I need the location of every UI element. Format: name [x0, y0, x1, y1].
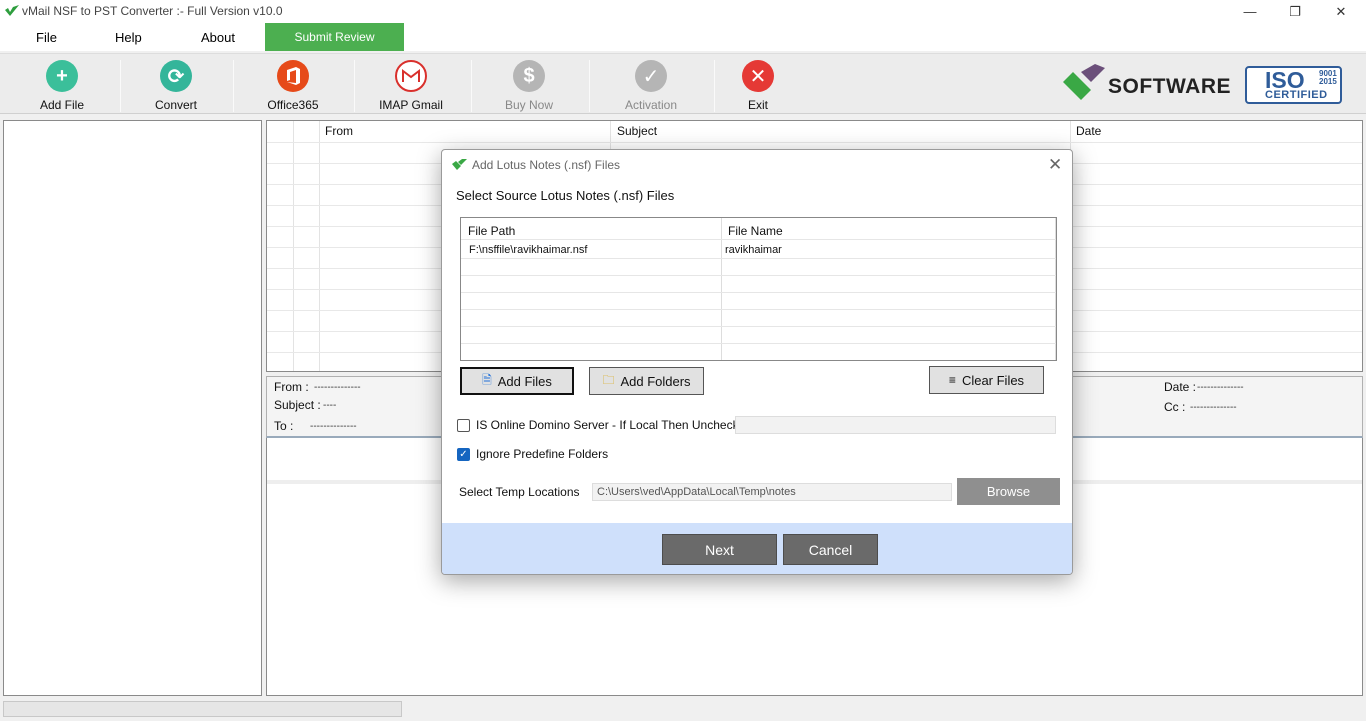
exit-label: Exit [747, 98, 768, 112]
submit-review-button[interactable]: Submit Review [265, 23, 404, 51]
to-label: To : [274, 419, 294, 433]
dialog-logo-icon [452, 159, 467, 170]
office365-label: Office365 [267, 98, 319, 112]
imap-gmail-label: IMAP Gmail [379, 98, 443, 112]
checkmark-icon: ✓ [459, 449, 468, 460]
convert-label: Convert [154, 98, 198, 112]
buy-now-label: Buy Now [504, 98, 554, 112]
iso-certified-text: CERTIFIED [1265, 89, 1328, 101]
ignore-folders-checkbox[interactable]: ✓ [457, 448, 470, 461]
add-folders-label: Add Folders [620, 373, 691, 389]
temp-location-label: Select Temp Locations [459, 485, 580, 499]
online-domino-label: IS Online Domino Server - If Local Then … [476, 418, 752, 432]
refresh-icon: ⟳ [160, 60, 192, 92]
iso-certified-badge: ISO 9001 2015 CERTIFIED [1245, 66, 1342, 104]
plus-icon: + [46, 60, 78, 92]
grid-header-file-path[interactable]: File Path [468, 224, 515, 238]
buy-now-button[interactable]: $ Buy Now [479, 58, 579, 112]
checkmark-icon: ✓ [635, 60, 667, 92]
add-folders-button[interactable]: 🗀 Add Folders [589, 367, 704, 395]
grid-row-divider [461, 258, 1056, 259]
minimize-button[interactable]: — [1227, 0, 1273, 23]
menu-bar: File Help About Submit Review [0, 23, 1366, 51]
convert-button[interactable]: ⟳ Convert [126, 58, 226, 112]
from-value: -------------- [314, 382, 361, 393]
grid-row-divider [461, 275, 1056, 276]
subject-label: Subject : [274, 398, 321, 412]
ignore-folders-label: Ignore Predefine Folders [476, 447, 609, 461]
clear-files-button[interactable]: ≡ Clear Files [929, 366, 1044, 394]
cancel-button[interactable]: Cancel [783, 534, 878, 565]
title-bar: vMail NSF to PST Converter :- Full Versi… [0, 0, 1366, 23]
brand-name: SOFTWARE [1108, 75, 1231, 98]
imap-gmail-button[interactable]: IMAP Gmail [361, 58, 461, 112]
column-header-from[interactable]: From [325, 124, 353, 138]
dialog-title: Add Lotus Notes (.nsf) Files [472, 158, 621, 172]
folder-tree-pane[interactable] [3, 120, 262, 696]
menu-about[interactable]: About [201, 30, 235, 45]
clear-list-icon: ≡ [948, 373, 956, 387]
add-lotus-notes-dialog: Add Lotus Notes (.nsf) Files ✕ Select So… [441, 149, 1073, 575]
grid-row-divider [461, 309, 1056, 310]
add-file-icon: 🗎 [482, 372, 492, 387]
brand-logo-icon [1063, 64, 1105, 100]
grid-row-divider [461, 292, 1056, 293]
grid-cell-file-name[interactable]: ravikhaimar [725, 244, 782, 256]
date-label: Date : [1164, 380, 1197, 394]
activation-button[interactable]: ✓ Activation [601, 58, 701, 112]
add-file-label: Add File [39, 98, 85, 112]
menu-file[interactable]: File [36, 30, 57, 45]
dialog-close-icon[interactable]: ✕ [1048, 155, 1062, 175]
cc-value: -------------- [1190, 402, 1237, 413]
column-header-date[interactable]: Date [1076, 124, 1101, 138]
dialog-subtitle: Select Source Lotus Notes (.nsf) Files [456, 188, 675, 203]
online-domino-checkbox[interactable] [457, 419, 470, 432]
close-window-button[interactable]: ✕ [1318, 0, 1364, 23]
to-value: -------------- [310, 421, 357, 432]
cc-label: Cc : [1164, 400, 1186, 414]
clear-files-label: Clear Files [961, 372, 1025, 388]
toolbar-divider [120, 60, 121, 112]
toolbar-divider [589, 60, 590, 112]
next-button[interactable]: Next [662, 534, 777, 565]
gmail-icon [395, 60, 427, 92]
row-divider [267, 142, 1362, 143]
browse-button[interactable]: Browse [957, 478, 1060, 505]
file-grid[interactable]: File Path File Name F:\nsffile\ravikhaim… [460, 217, 1057, 361]
add-files-button[interactable]: 🗎 Add Files [460, 367, 574, 395]
toolbar-divider [471, 60, 472, 112]
restore-icon: ❐ [1289, 3, 1301, 19]
iso-years: 9001 2015 [1319, 69, 1337, 86]
grid-row-divider [461, 343, 1056, 344]
column-header-subject[interactable]: Subject [617, 124, 657, 138]
add-files-label: Add Files [497, 373, 552, 389]
date-value: -------------- [1197, 382, 1244, 393]
restore-button[interactable]: ❐ [1272, 0, 1318, 23]
dollar-icon: $ [513, 60, 545, 92]
domino-server-input[interactable] [735, 416, 1056, 434]
office365-icon [277, 60, 309, 92]
grid-row-divider [461, 239, 1056, 240]
office365-button[interactable]: Office365 [243, 58, 343, 112]
minimize-icon: — [1243, 4, 1257, 19]
grid-header-file-name[interactable]: File Name [728, 224, 783, 238]
close-circle-icon: ✕ [742, 60, 774, 92]
add-file-button[interactable]: + Add File [12, 58, 112, 112]
toolbar-divider [354, 60, 355, 112]
exit-button[interactable]: ✕ Exit [708, 58, 808, 112]
activation-label: Activation [624, 98, 678, 112]
close-icon: ✕ [1335, 3, 1347, 19]
toolbar-divider [233, 60, 234, 112]
folder-icon: 🗀 [602, 372, 615, 387]
window-title: vMail NSF to PST Converter :- Full Versi… [22, 4, 283, 18]
grid-row-divider [461, 326, 1056, 327]
from-label: From : [274, 380, 309, 394]
temp-location-input[interactable]: C:\Users\ved\AppData\Local\Temp\notes [592, 483, 952, 501]
app-logo-icon [5, 5, 19, 16]
dialog-footer: Next Cancel [442, 523, 1072, 574]
subject-value: ---- [323, 400, 337, 411]
grid-cell-file-path[interactable]: F:\nsffile\ravikhaimar.nsf [469, 244, 587, 256]
progress-bar [3, 701, 402, 717]
menu-help[interactable]: Help [115, 30, 142, 45]
